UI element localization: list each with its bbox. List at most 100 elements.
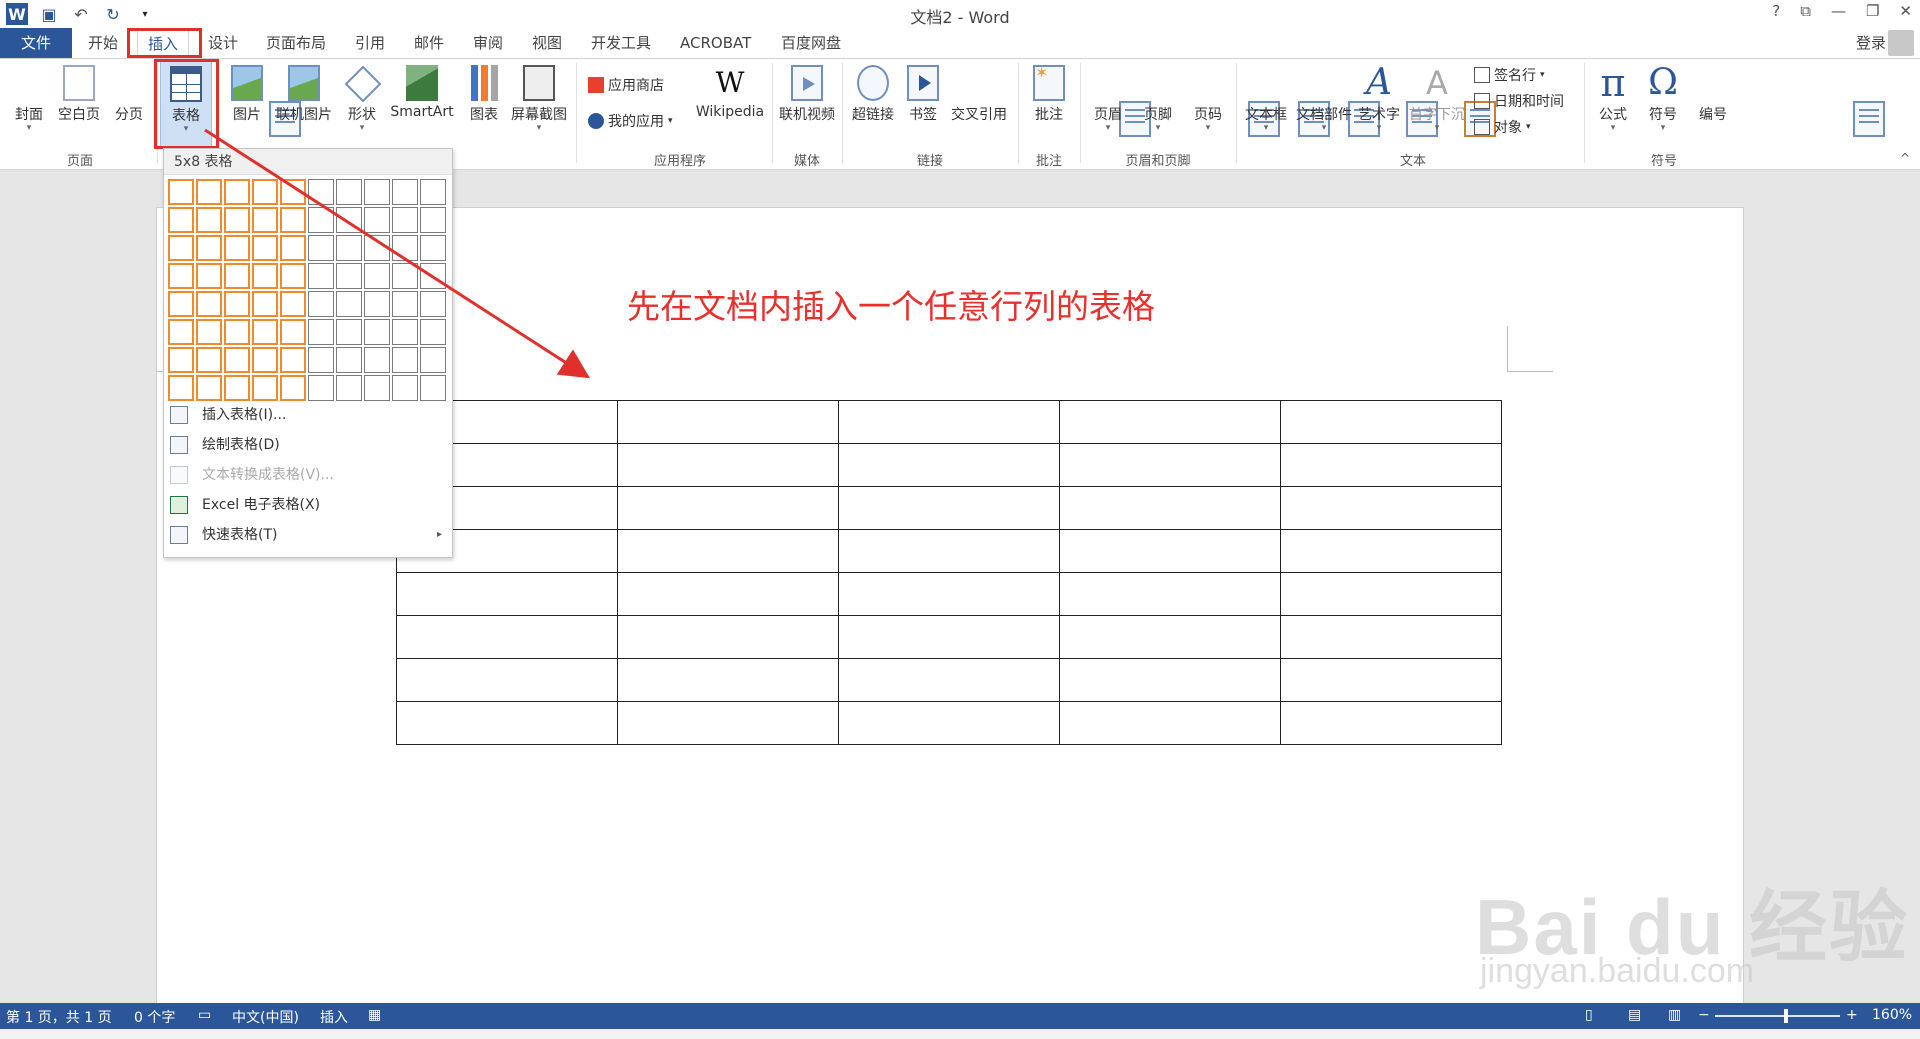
table-grid-cell[interactable] xyxy=(252,207,278,233)
tab-baidu-netdisk[interactable]: 百度网盘 xyxy=(771,28,851,58)
table-cell[interactable] xyxy=(1059,443,1281,487)
table-grid-cell[interactable] xyxy=(224,235,250,261)
table-grid-cell[interactable] xyxy=(392,207,418,233)
page-number-button[interactable]: 页码 ▾ xyxy=(1188,65,1380,137)
table-cell[interactable] xyxy=(1059,529,1281,573)
table-cell[interactable] xyxy=(617,658,839,702)
table-grid-cell[interactable] xyxy=(392,235,418,261)
proofing-icon[interactable]: ▭ xyxy=(198,1007,211,1023)
table-cell[interactable] xyxy=(838,529,1060,573)
table-grid-cell[interactable] xyxy=(364,179,390,205)
zoom-slider-thumb[interactable] xyxy=(1784,1009,1788,1023)
chart-button[interactable]: 图表 xyxy=(462,65,506,124)
date-time-button[interactable]: 日期和时间 xyxy=(1474,91,1564,111)
table-grid-cell[interactable] xyxy=(280,319,306,345)
table-grid-cell[interactable] xyxy=(224,263,250,289)
table-cell[interactable] xyxy=(1059,400,1281,444)
table-cell[interactable] xyxy=(1280,615,1502,659)
equation-button[interactable]: π 公式 ▾ xyxy=(1590,64,1636,133)
shapes-button[interactable]: 形状 ▾ xyxy=(340,65,384,133)
blank-page-button[interactable]: 空白页 xyxy=(55,65,103,124)
table-grid-picker[interactable] xyxy=(168,179,446,401)
zoom-slider[interactable] xyxy=(1715,1015,1840,1017)
table-grid-cell[interactable] xyxy=(252,179,278,205)
footer-button[interactable]: 页脚 ▾ xyxy=(1138,65,1330,137)
table-cell[interactable] xyxy=(1280,529,1502,573)
table-grid-cell[interactable] xyxy=(420,179,446,205)
object-button[interactable]: 对象 ▾ xyxy=(1474,117,1531,137)
table-grid-cell[interactable] xyxy=(420,235,446,261)
table-grid-cell[interactable] xyxy=(252,235,278,261)
table-cell[interactable] xyxy=(838,572,1060,616)
cross-reference-button[interactable]: 交叉引用 xyxy=(947,65,1151,137)
read-mode-icon[interactable]: ▯ xyxy=(1585,1007,1593,1023)
table-cell[interactable] xyxy=(838,443,1060,487)
table-cell[interactable] xyxy=(617,443,839,487)
tab-design[interactable]: 设计 xyxy=(198,28,248,58)
table-grid-cell[interactable] xyxy=(196,235,222,261)
wikipedia-button[interactable]: W Wikipedia xyxy=(690,65,770,120)
table-grid-cell[interactable] xyxy=(364,291,390,317)
table-cell[interactable] xyxy=(617,400,839,444)
app-store-button[interactable]: 应用商店 xyxy=(588,75,664,95)
table-grid-cell[interactable] xyxy=(336,375,362,401)
table-grid-cell[interactable] xyxy=(308,235,334,261)
table-grid-cell[interactable] xyxy=(336,263,362,289)
draw-table-menu-item[interactable]: 绘制表格(D) xyxy=(164,430,452,460)
table-grid-cell[interactable] xyxy=(364,235,390,261)
table-cell[interactable] xyxy=(617,615,839,659)
zoom-in-button[interactable]: + xyxy=(1846,1007,1858,1023)
tab-home[interactable]: 开始 xyxy=(78,28,128,58)
table-grid-cell[interactable] xyxy=(420,207,446,233)
table-grid-cell[interactable] xyxy=(392,263,418,289)
table-grid-cell[interactable] xyxy=(168,319,194,345)
table-grid-cell[interactable] xyxy=(336,319,362,345)
table-grid-cell[interactable] xyxy=(308,375,334,401)
table-grid-cell[interactable] xyxy=(364,319,390,345)
table-grid-cell[interactable] xyxy=(252,347,278,373)
table-cell[interactable] xyxy=(838,658,1060,702)
excel-spreadsheet-menu-item[interactable]: Excel 电子表格(X) xyxy=(164,490,452,520)
table-grid-cell[interactable] xyxy=(308,291,334,317)
table-grid-cell[interactable] xyxy=(392,291,418,317)
table-cell[interactable] xyxy=(1059,658,1281,702)
table-grid-cell[interactable] xyxy=(224,375,250,401)
tab-review[interactable]: 审阅 xyxy=(463,28,513,58)
table-grid-cell[interactable] xyxy=(168,347,194,373)
table-cell[interactable] xyxy=(838,400,1060,444)
table-grid-cell[interactable] xyxy=(336,207,362,233)
page-break-button[interactable]: 分页 xyxy=(108,65,301,137)
close-button[interactable]: ✕ xyxy=(1899,2,1912,20)
table-cell[interactable] xyxy=(1059,486,1281,530)
table-grid-cell[interactable] xyxy=(308,207,334,233)
online-picture-button[interactable]: 联机图片 xyxy=(272,65,336,124)
table-cell[interactable] xyxy=(1059,701,1281,745)
table-grid-cell[interactable] xyxy=(392,375,418,401)
insert-mode-indicator[interactable]: 插入 xyxy=(320,1007,348,1027)
table-grid-cell[interactable] xyxy=(420,291,446,317)
table-grid-cell[interactable] xyxy=(196,375,222,401)
table-grid-cell[interactable] xyxy=(252,375,278,401)
word-count[interactable]: 0 个字 xyxy=(134,1007,175,1027)
table-grid-cell[interactable] xyxy=(168,207,194,233)
table-cell[interactable] xyxy=(1059,615,1281,659)
zoom-level[interactable]: 160% xyxy=(1872,1007,1912,1023)
table-grid-cell[interactable] xyxy=(280,207,306,233)
table-cell[interactable] xyxy=(396,658,618,702)
table-grid-cell[interactable] xyxy=(280,179,306,205)
table-grid-cell[interactable] xyxy=(168,291,194,317)
drop-cap-button[interactable]: A 首字下沉 ▾ xyxy=(1406,65,1468,133)
table-grid-cell[interactable] xyxy=(224,319,250,345)
table-grid-cell[interactable] xyxy=(308,179,334,205)
table-grid-cell[interactable] xyxy=(196,291,222,317)
table-cell[interactable] xyxy=(1280,443,1502,487)
picture-button[interactable]: 图片 xyxy=(225,65,269,124)
tab-developer[interactable]: 开发工具 xyxy=(581,28,661,58)
table-cell[interactable] xyxy=(617,572,839,616)
document-table[interactable] xyxy=(396,400,1502,745)
table-cell[interactable] xyxy=(617,701,839,745)
table-grid-cell[interactable] xyxy=(364,207,390,233)
table-grid-cell[interactable] xyxy=(196,319,222,345)
table-grid-cell[interactable] xyxy=(336,179,362,205)
online-video-button[interactable]: 联机视频 xyxy=(776,65,838,124)
